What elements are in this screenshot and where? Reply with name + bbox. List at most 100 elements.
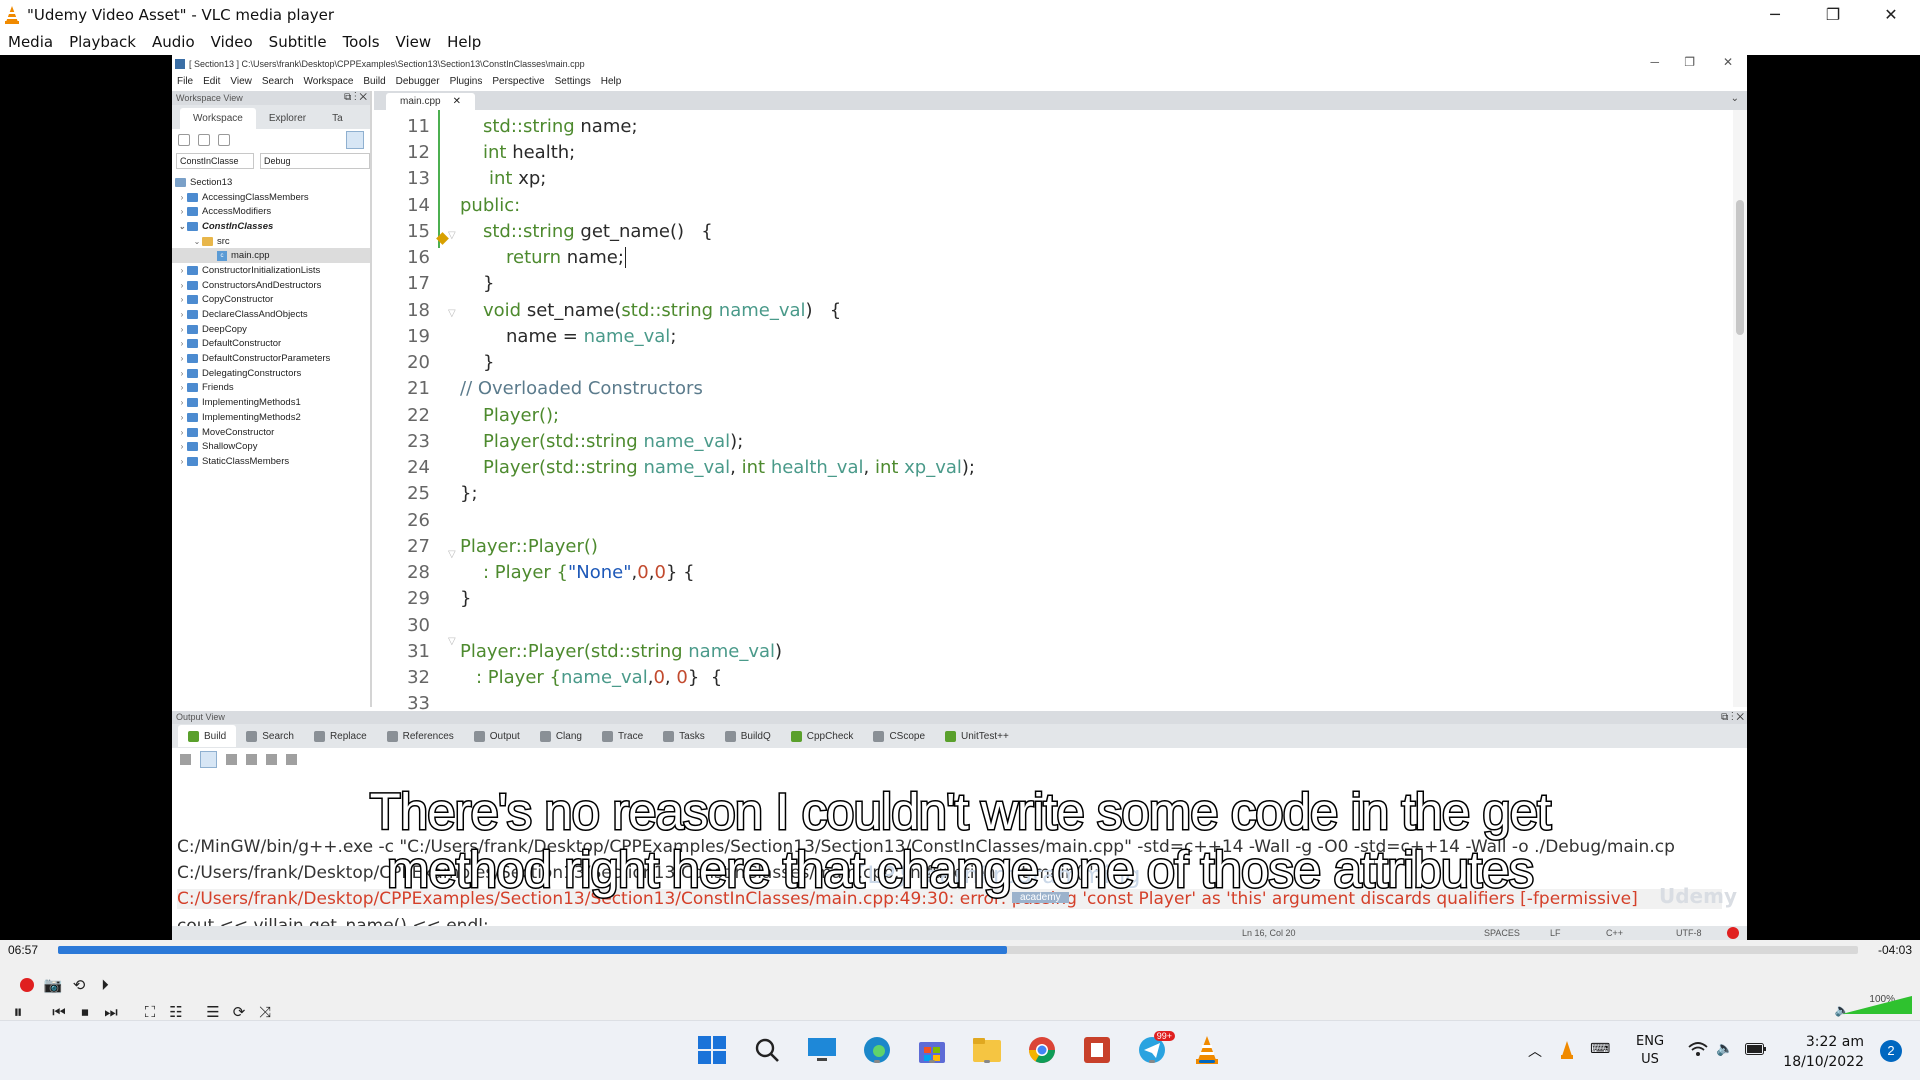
language-indicator[interactable]: ENG US bbox=[1636, 1033, 1664, 1080]
ide-menu-help: Help bbox=[600, 75, 622, 87]
menu-video[interactable]: Video bbox=[203, 33, 261, 51]
clang-icon bbox=[539, 730, 551, 742]
store-icon[interactable] bbox=[915, 1033, 949, 1067]
keyboard-icon[interactable]: ⌨ bbox=[1590, 1041, 1610, 1080]
video-surface[interactable]: [ Section13 ] C:\Users\frank\Desktop\CPP… bbox=[0, 55, 1920, 940]
error-indicator-icon bbox=[1727, 927, 1739, 939]
wifi-icon[interactable] bbox=[1688, 1041, 1708, 1080]
tree-item: › DeepCopy bbox=[180, 323, 247, 335]
tab-build: Build bbox=[178, 725, 237, 747]
notification-badge[interactable]: 2 bbox=[1880, 1040, 1902, 1062]
line-number: 19 bbox=[407, 326, 430, 347]
cppcheck-icon bbox=[790, 730, 802, 742]
fold-icon: ▽ bbox=[448, 549, 456, 560]
explorer-icon[interactable] bbox=[970, 1033, 1004, 1067]
repeat-icon: ⟳ bbox=[232, 1003, 246, 1021]
references-icon bbox=[386, 730, 398, 742]
chrome-icon[interactable] bbox=[1025, 1033, 1059, 1067]
seek-progress bbox=[58, 946, 1007, 954]
menu-playback[interactable]: Playback bbox=[61, 33, 144, 51]
code-line: void set_name(std::string name_val) { bbox=[483, 300, 842, 321]
volume-slider[interactable] bbox=[1842, 996, 1912, 1014]
telegram-icon[interactable]: 99+ bbox=[1135, 1031, 1175, 1067]
tree-item: › ShallowCopy bbox=[180, 441, 258, 453]
battery-icon[interactable] bbox=[1745, 1043, 1767, 1080]
stop-button[interactable]: ⏹ bbox=[75, 1002, 95, 1022]
code-line: public: bbox=[460, 195, 521, 216]
line-number: 20 bbox=[407, 352, 430, 373]
windows-taskbar: 99+ ︿ ⌨ ENG US 🔈 3:22 am 18/10/2022 2 bbox=[0, 1020, 1920, 1080]
build-icon bbox=[188, 730, 199, 742]
tree-item: › Friends bbox=[180, 382, 234, 394]
shuffle-button[interactable]: ⤨ bbox=[255, 1002, 275, 1022]
next-button[interactable]: ⏭ bbox=[101, 1002, 121, 1022]
ide-menu-settings: Settings bbox=[554, 75, 591, 87]
office-icon[interactable] bbox=[1080, 1033, 1114, 1067]
snapshot-button[interactable]: 📷 bbox=[43, 975, 63, 995]
code-line: Player::Player() bbox=[460, 536, 598, 557]
tree-item: Section13 bbox=[172, 175, 370, 190]
menu-help[interactable]: Help bbox=[439, 33, 489, 51]
edge-icon[interactable] bbox=[860, 1033, 894, 1067]
pause-button[interactable]: ⏸ bbox=[8, 1002, 28, 1023]
frame-step-button[interactable]: ⏵ bbox=[95, 975, 115, 995]
playlist-button[interactable]: ☰ bbox=[203, 1002, 223, 1022]
vlc-tray-icon[interactable] bbox=[1560, 1041, 1574, 1080]
output-icon bbox=[473, 730, 485, 742]
line-number: 16 bbox=[407, 247, 430, 268]
menu-tools[interactable]: Tools bbox=[335, 33, 388, 51]
record-button[interactable] bbox=[17, 975, 37, 995]
maximize-button[interactable]: ❐ bbox=[1804, 0, 1862, 29]
search-icon[interactable] bbox=[750, 1033, 784, 1067]
line-number: 15 bbox=[407, 221, 430, 242]
loop-ab-button[interactable]: ⟲ bbox=[69, 975, 89, 995]
tab-replace: Replace bbox=[304, 725, 377, 747]
camera-icon: 📷 bbox=[43, 976, 63, 994]
home-icon bbox=[198, 134, 210, 146]
line-number: 14 bbox=[407, 195, 430, 216]
fullscreen-button[interactable]: ⛶ bbox=[140, 1002, 160, 1022]
codelite-icon bbox=[175, 58, 185, 69]
minimize-button[interactable]: ─ bbox=[1746, 0, 1804, 29]
menu-subtitle[interactable]: Subtitle bbox=[261, 33, 335, 51]
code-editor: main.cpp✕ ⌄ ▽ ▽ ▽ ▽ 11 12 13 14 15 16 1 bbox=[374, 91, 1747, 714]
seek-bar[interactable] bbox=[58, 946, 1858, 954]
subtitle-line-1: There's no reason I couldn't write some … bbox=[368, 782, 1553, 842]
tray-overflow-icon[interactable]: ︿ bbox=[1528, 1041, 1542, 1080]
desktop-icon[interactable] bbox=[805, 1033, 839, 1067]
tree-item: › DelegatingConstructors bbox=[180, 367, 302, 379]
vlc-icon[interactable] bbox=[1190, 1033, 1224, 1067]
close-button[interactable]: ✕ bbox=[1862, 0, 1920, 29]
tree-item: › ImplementingMethods2 bbox=[180, 411, 301, 423]
extended-settings-button[interactable]: ☷ bbox=[166, 1002, 186, 1022]
modified-lines-marker bbox=[438, 110, 440, 248]
menu-media[interactable]: Media bbox=[0, 33, 61, 51]
text-cursor bbox=[624, 247, 626, 268]
tab-explorer: Explorer bbox=[268, 113, 307, 124]
line-number: 28 bbox=[407, 562, 430, 583]
output-header: Output View ⧉ ⋮ ✕ bbox=[172, 711, 1747, 724]
remaining-time[interactable]: -04:03 bbox=[1878, 943, 1912, 957]
player-controls: 06:57 -04:03 📷 ⟲ ⏵ ⏸ ⏮ ⏹ ⏭ ⛶ ☷ ☰ ⟳ ⤨ 🔈 1… bbox=[0, 940, 1920, 1023]
code-line: } bbox=[460, 588, 472, 609]
menu-audio[interactable]: Audio bbox=[144, 33, 203, 51]
replace-icon bbox=[313, 730, 325, 742]
paste-icon bbox=[286, 753, 297, 765]
volume-icon[interactable]: 🔈 bbox=[1716, 1041, 1733, 1080]
ide-menu-perspective: Perspective bbox=[492, 75, 545, 87]
tree-item: ⌄ ConstInClasses bbox=[178, 220, 274, 232]
encoding: UTF-8 bbox=[1676, 928, 1702, 938]
loop-button[interactable]: ⟳ bbox=[229, 1002, 249, 1022]
tab-trace: Trace bbox=[592, 725, 653, 747]
code-area: ▽ ▽ ▽ ▽ 11 12 13 14 15 16 17 18 19 20 21… bbox=[374, 110, 1734, 714]
unittest-icon bbox=[945, 730, 957, 742]
shuffle-icon: ⤨ bbox=[258, 1003, 271, 1021]
ide-menu-build: Build bbox=[363, 75, 386, 87]
code-line: }; bbox=[460, 483, 478, 504]
playlist-icon: ☰ bbox=[206, 1003, 220, 1021]
code-line: : Player {name_val,0, 0} { bbox=[476, 667, 723, 688]
clock[interactable]: 3:22 am 18/10/2022 bbox=[1782, 1032, 1864, 1080]
previous-button[interactable]: ⏮ bbox=[49, 1002, 69, 1022]
start-icon[interactable] bbox=[695, 1033, 729, 1067]
menu-view[interactable]: View bbox=[388, 33, 440, 51]
